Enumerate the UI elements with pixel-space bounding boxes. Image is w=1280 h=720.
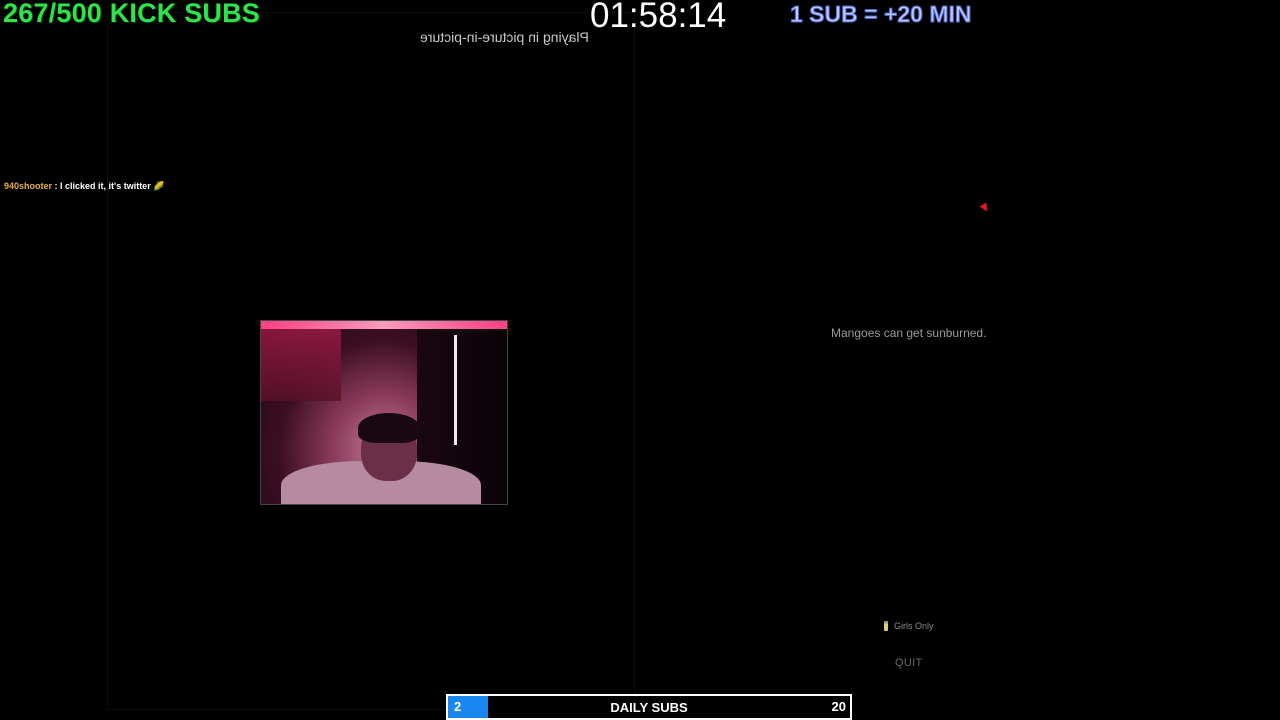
chat-text: I clicked it, it's twitter 🌽 xyxy=(60,181,165,191)
webcam-shelf xyxy=(261,321,341,401)
pip-status-label: Playing in picture-in-picture xyxy=(420,29,589,45)
webcam-led-glow xyxy=(261,321,507,329)
cursor-icon xyxy=(979,202,991,214)
daily-subs-goal: 20 xyxy=(831,699,846,714)
webcam-light-strip xyxy=(454,335,457,445)
chat-username: 940shooter xyxy=(4,181,53,191)
girls-only-label: Girls Only xyxy=(894,621,934,631)
chat-separator: : xyxy=(52,181,61,191)
girls-only-option[interactable]: Girls Only xyxy=(884,621,934,631)
sub-goal-counter: 267/500 KICK SUBS xyxy=(3,0,261,28)
sub-rate-label: 1 SUB = +20 MIN xyxy=(790,1,973,28)
webcam-person-hair xyxy=(358,413,420,443)
chat-message: 940shooter : I clicked it, it's twitter … xyxy=(4,181,164,192)
stream-timer: 01:58:14 xyxy=(590,0,727,35)
quit-button[interactable]: QUIT xyxy=(895,657,922,669)
fact-text: Mangoes can get sunburned. xyxy=(831,326,987,340)
daily-subs-title: DAILY SUBS xyxy=(610,700,688,715)
bottle-icon xyxy=(884,621,888,631)
webcam-feed xyxy=(260,320,508,505)
daily-subs-bar: 2 DAILY SUBS 20 xyxy=(446,694,852,720)
